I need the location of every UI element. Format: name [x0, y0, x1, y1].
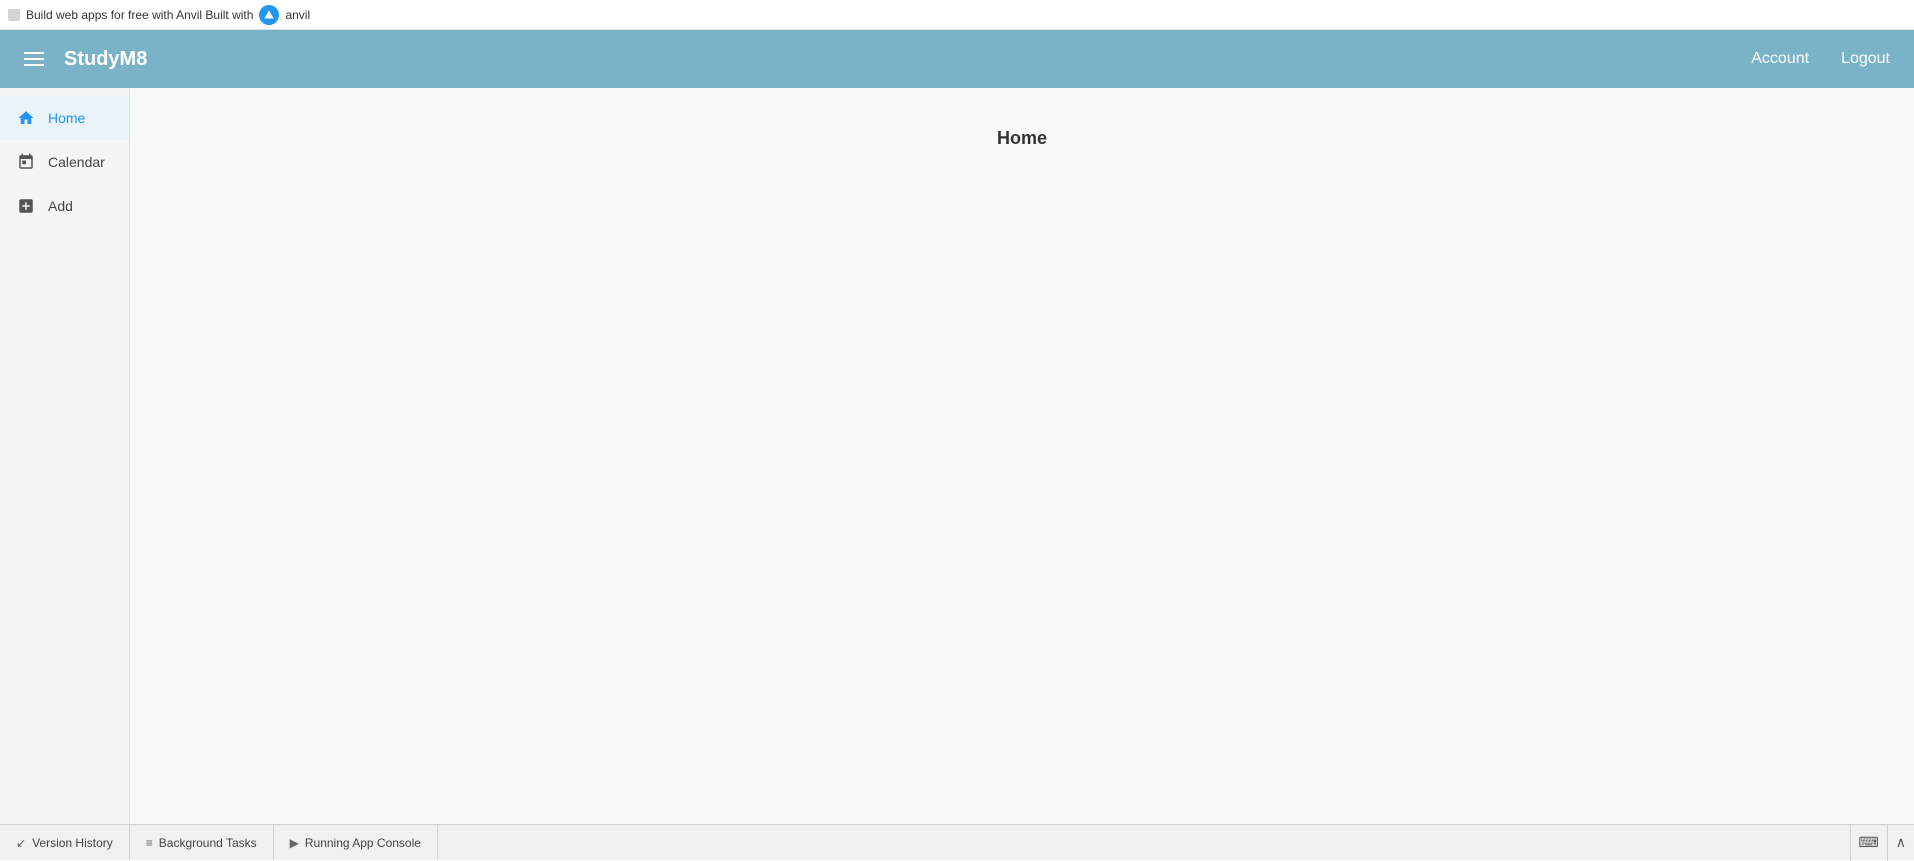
- add-icon: [16, 196, 36, 216]
- sidebar-item-home[interactable]: Home: [0, 96, 129, 140]
- content-area: Home: [130, 88, 1914, 824]
- sidebar-label-calendar: Calendar: [48, 154, 105, 170]
- version-history-icon: ↙: [16, 836, 26, 850]
- banner-text: Build web apps for free with Anvil Built…: [26, 8, 253, 22]
- console-button[interactable]: ⌨: [1850, 825, 1887, 861]
- running-app-console-icon: ▶: [290, 836, 299, 850]
- logout-button[interactable]: Logout: [1833, 46, 1898, 72]
- nav-actions: Account Logout: [1743, 46, 1898, 72]
- expand-button[interactable]: ∧: [1887, 825, 1914, 861]
- main-layout: Home Calendar Add Home: [0, 88, 1914, 824]
- running-app-console-label: Running App Console: [305, 836, 421, 850]
- sidebar-item-add[interactable]: Add: [0, 184, 129, 228]
- anvil-logo: [259, 5, 279, 25]
- calendar-icon: [16, 152, 36, 172]
- version-history-tab[interactable]: ↙ Version History: [0, 825, 130, 860]
- account-button[interactable]: Account: [1743, 46, 1817, 72]
- app-title: StudyM8: [64, 48, 1743, 71]
- hamburger-line-3: [24, 64, 44, 66]
- hamburger-line-1: [24, 52, 44, 54]
- version-history-label: Version History: [32, 836, 113, 850]
- expand-icon: ∧: [1896, 834, 1906, 851]
- top-nav: StudyM8 Account Logout: [0, 30, 1914, 88]
- sidebar-label-home: Home: [48, 110, 85, 126]
- page-heading: Home: [997, 128, 1047, 149]
- home-icon: [16, 108, 36, 128]
- sidebar-item-calendar[interactable]: Calendar: [0, 140, 129, 184]
- sidebar-label-add: Add: [48, 198, 73, 214]
- hamburger-button[interactable]: [16, 44, 52, 74]
- background-tasks-label: Background Tasks: [159, 836, 257, 850]
- background-tasks-icon: ≡: [146, 836, 153, 850]
- sidebar: Home Calendar Add: [0, 88, 130, 824]
- running-app-console-tab[interactable]: ▶ Running App Console: [274, 825, 438, 860]
- background-tasks-tab[interactable]: ≡ Background Tasks: [130, 825, 274, 860]
- banner-anvil-word: anvil: [285, 8, 310, 22]
- bottom-actions: ⌨ ∧: [1850, 825, 1914, 861]
- hamburger-line-2: [24, 58, 44, 60]
- bottom-bar: ↙ Version History ≡ Background Tasks ▶ R…: [0, 824, 1914, 860]
- console-icon: ⌨: [1859, 834, 1879, 851]
- anvil-small-icon: [8, 9, 20, 21]
- top-banner: Build web apps for free with Anvil Built…: [0, 0, 1914, 30]
